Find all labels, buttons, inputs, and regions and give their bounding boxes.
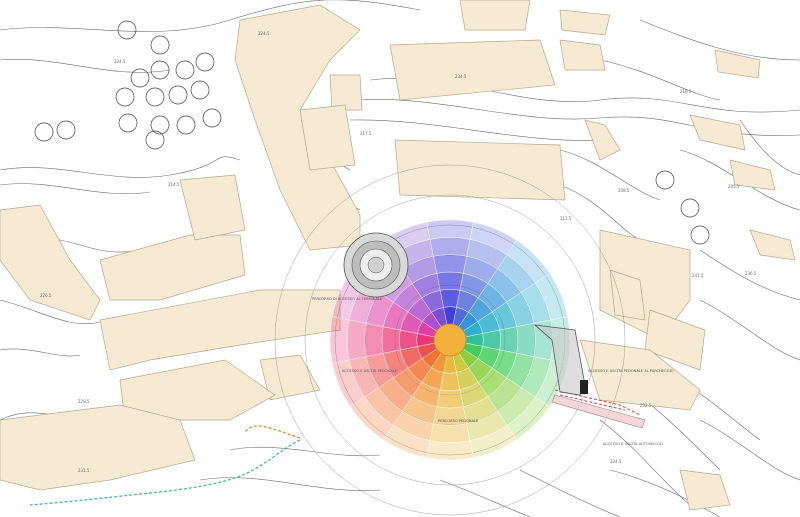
tree-symbol xyxy=(680,198,700,218)
elevation-label: 231.5 xyxy=(78,468,90,473)
color-wheel-sector xyxy=(433,254,467,274)
tree-symbol xyxy=(190,80,210,100)
tree-symbol xyxy=(145,87,165,107)
building-footprint xyxy=(389,39,556,101)
elevation-label: 226.5 xyxy=(40,293,52,298)
tree-symbol xyxy=(117,20,137,40)
building-footprint xyxy=(559,39,606,71)
color-wheel-sector xyxy=(426,440,474,461)
tree-symbol xyxy=(150,60,170,80)
tree-symbol xyxy=(202,108,222,128)
elevation-label: 211.5 xyxy=(560,216,572,221)
tree-symbol xyxy=(690,225,710,245)
elevation-label: 208.5 xyxy=(618,188,630,193)
access-note: ACCESSO E USCITA AUTOVEICOLI xyxy=(603,442,663,446)
tree-symbol xyxy=(118,113,138,133)
elevation-label: 224.5 xyxy=(258,31,270,36)
building-footprint xyxy=(99,234,246,301)
site-plan-map: 224.5 224.5 234.5 218.5 217.5 214.5 208.… xyxy=(0,0,800,517)
tree-symbol xyxy=(168,85,188,105)
terminal-rotunda xyxy=(343,232,409,298)
color-wheel-sector xyxy=(347,319,367,361)
tree-symbol xyxy=(175,60,195,80)
color-wheel-sector xyxy=(516,323,536,357)
elevation-label: 236.5 xyxy=(745,271,757,276)
building-footprint xyxy=(749,229,796,261)
access-note: ACCESSO E USCITA PEDONALE xyxy=(342,369,398,373)
building-footprint xyxy=(299,104,356,171)
building-footprint xyxy=(714,49,761,79)
color-wheel-sector xyxy=(329,316,350,364)
tree-symbol xyxy=(655,170,675,190)
elevation-label: 217.5 xyxy=(360,131,372,136)
building-footprint xyxy=(179,174,246,241)
building-footprint xyxy=(329,74,363,111)
elevation-label: 214.5 xyxy=(168,182,180,187)
building-footprint xyxy=(0,204,101,321)
color-wheel-sector xyxy=(381,326,401,354)
elevation-label: 234.5 xyxy=(455,74,467,79)
elevation-label: 224.5 xyxy=(114,59,126,64)
color-wheel-sector xyxy=(426,219,474,240)
tree-symbol xyxy=(176,115,196,135)
tree-symbol xyxy=(56,120,76,140)
building-footprint xyxy=(394,139,566,201)
tree-symbol xyxy=(34,122,54,142)
walkway-orange-path xyxy=(244,425,301,439)
building-footprint xyxy=(679,469,731,511)
elevation-label: 218.5 xyxy=(680,89,692,94)
access-note: PERCORSO PEDONALE xyxy=(438,419,479,423)
elevation-label: 224.5 xyxy=(610,459,622,464)
access-note: ACCESSO E USCITA PEDONALE AL PARCHEGGIO xyxy=(588,369,674,373)
color-wheel-sector xyxy=(429,423,471,443)
site-plan-canvas: 224.5 224.5 234.5 218.5 217.5 214.5 208.… xyxy=(0,0,800,517)
building-footprint xyxy=(459,0,531,31)
color-wheel-sector xyxy=(436,271,464,291)
color-wheel-sector xyxy=(499,326,519,354)
building-footprint xyxy=(99,289,341,371)
building-footprint xyxy=(0,404,196,491)
tree-symbol xyxy=(115,87,135,107)
access-note: PERCORSO DI ACCESSO AL TERMINALE xyxy=(312,297,383,301)
color-wheel-sector xyxy=(364,323,384,357)
elevation-label: 241.5 xyxy=(692,273,704,278)
color-wheel-sector xyxy=(436,389,464,409)
central-hub xyxy=(433,323,467,357)
elevation-label: 232.5 xyxy=(640,403,652,408)
tree-symbol xyxy=(150,35,170,55)
tree-symbol xyxy=(130,68,150,88)
elevation-label: 229.5 xyxy=(78,399,90,404)
building-footprint xyxy=(584,119,621,161)
building-footprint xyxy=(559,9,611,36)
building-footprint xyxy=(689,114,746,151)
color-wheel-sector xyxy=(429,237,471,257)
tree-symbol xyxy=(195,52,215,72)
tree-symbol xyxy=(145,130,165,150)
elevation-label: 205.5 xyxy=(728,184,740,189)
